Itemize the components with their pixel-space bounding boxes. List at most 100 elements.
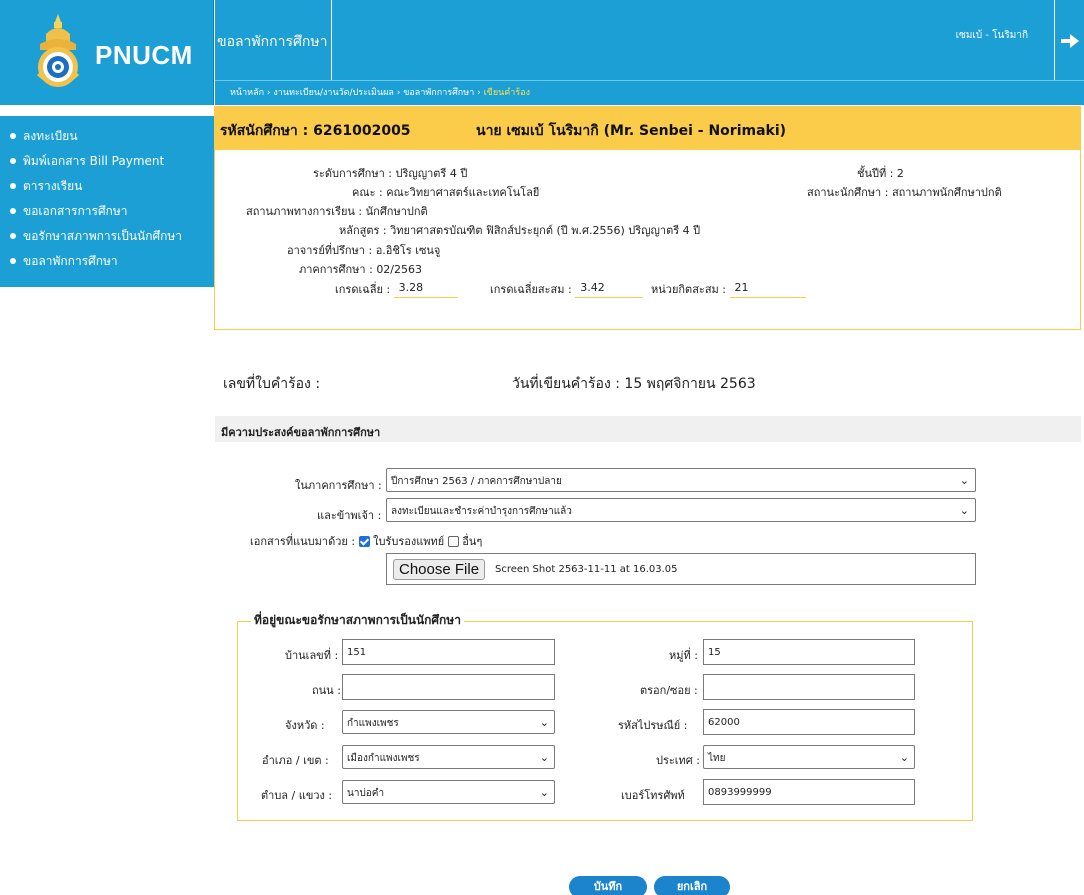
info-value: 2 — [896, 167, 904, 180]
info-value: คณะวิทยาศาสตร์และเทคโนโลยี — [386, 186, 540, 199]
info-gpax: เกรดเฉลี่ยสะสม : 3.42 — [490, 280, 644, 298]
district-label: อำเภอ / เขต : — [262, 754, 329, 767]
semester-select-label: ในภาคการศึกษา : — [295, 479, 382, 492]
bullet-icon — [10, 207, 16, 214]
info-value: 02/2563 — [376, 263, 423, 276]
other-document-label: อื่นๆ — [462, 535, 483, 548]
attachments-label: เอกสารที่แนบมาด้วย : — [250, 535, 356, 548]
registration-status-select[interactable]: ลงทะเบียนและชำระค่าบำรุงการศึกษาแล้ว ⌄ — [386, 498, 976, 522]
request-date: วันที่เขียนคำร้อง : 15 พฤศจิกายน 2563 — [512, 373, 756, 395]
info-label: ระดับการศึกษา : — [313, 167, 392, 180]
info-year: ชั้นปีที่ : 2 — [857, 164, 904, 182]
bullet-icon — [10, 232, 16, 239]
info-label: ภาคการศึกษา : — [299, 263, 373, 276]
student-id: 6261002005 — [313, 123, 411, 139]
info-value: สถานภาพนักศึกษาปกติ — [891, 186, 1002, 199]
breadcrumb-home[interactable]: หน้าหลัก — [230, 88, 264, 98]
student-id-line: รหัสนักศึกษา : 6261002005 — [220, 120, 411, 142]
info-semester: ภาคการศึกษา : 02/2563 — [299, 260, 422, 278]
sidebar-item-label: พิมพ์เอกสาร Bill Payment — [23, 154, 165, 168]
app-logo-text: PNUCM — [95, 40, 193, 70]
breadcrumb-current: เขียนคำร้อง — [483, 88, 530, 98]
logo-area[interactable]: PNUCM — [0, 0, 214, 105]
sidebar-item-documents[interactable]: ขอเอกสารการศึกษา — [0, 199, 214, 224]
breadcrumb-separator: › — [266, 88, 271, 98]
province-label: จังหวัด : — [285, 719, 325, 732]
choose-file-button[interactable]: Choose File — [393, 559, 486, 580]
country-value: ไทย — [708, 753, 726, 764]
top-bar: ขอลาพักการศึกษา เซมเบ้ - โนริมากิ หน้าหล… — [215, 0, 1084, 105]
house-no-label: บ้านเลขที่ : — [285, 649, 339, 662]
moo-label: หมู่ที่ : — [669, 649, 698, 662]
info-label: คณะ : — [352, 186, 383, 199]
house-no-input[interactable]: 151 — [342, 639, 555, 665]
cancel-button[interactable]: ยกเลิก — [654, 876, 730, 895]
phone-label: เบอร์โทรศัพท์ — [621, 789, 685, 802]
other-document-checkbox[interactable] — [447, 535, 459, 547]
logout-button[interactable] — [1054, 0, 1084, 80]
info-value: นักศึกษาปกติ — [365, 205, 428, 218]
info-label: เกรดเฉลี่ยสะสม : — [490, 283, 572, 296]
semester-select[interactable]: ปีการศึกษา 2563 / ภาคการศึกษาปลาย ⌄ — [386, 468, 976, 492]
header-divider — [215, 80, 1084, 81]
chevron-down-icon: ⌄ — [899, 751, 909, 764]
breadcrumb-separator: › — [396, 88, 401, 98]
road-input[interactable] — [342, 674, 555, 700]
student-name: นาย เซมเบ้ โนริมากิ (Mr. Senbei - Norima… — [476, 123, 787, 139]
phone-input[interactable]: 0893999999 — [703, 779, 915, 805]
purpose-title: มีความประสงค์ขอลาพักการศึกษา — [221, 426, 381, 439]
page-title: ขอลาพักการศึกษา — [215, 0, 332, 80]
subdistrict-label: ตำบล / แขวง : — [261, 789, 333, 802]
info-label: เกรดเฉลี่ย : — [335, 283, 391, 296]
breadcrumb-registration[interactable]: งานทะเบียน/งานวัด/ประเมินผล — [273, 88, 393, 98]
info-faculty: คณะ : คณะวิทยาศาสตร์และเทคโนโลยี — [352, 183, 539, 201]
sidebar-item-register[interactable]: ลงทะเบียน — [0, 124, 214, 149]
info-label: หน่วยกิตสะสม : — [651, 283, 726, 296]
bullet-icon — [10, 182, 16, 189]
chevron-down-icon: ⌄ — [539, 716, 549, 729]
file-upload-field: Choose File Screen Shot 2563-11-11 at 16… — [386, 553, 976, 585]
save-button[interactable]: บันทึก — [569, 876, 647, 895]
province-value: กำแพงเพชร — [347, 718, 399, 729]
bullet-icon — [10, 257, 16, 264]
info-label: สถานภาพทางการเรียน : — [246, 205, 363, 218]
medical-certificate-label: ใบรับรองแพทย์ — [373, 535, 445, 548]
info-curriculum: หลักสูตร : วิทยาศาสตรบัณฑิต ฟิสิกส์ประยุ… — [339, 221, 700, 239]
info-study-status: สถานภาพทางการเรียน : นักศึกษาปกติ — [246, 202, 428, 220]
postcode-input[interactable]: 62000 — [703, 709, 915, 735]
semester-select-value: ปีการศึกษา 2563 / ภาคการศึกษาปลาย — [391, 476, 562, 487]
sidebar-item-bill-payment[interactable]: พิมพ์เอกสาร Bill Payment — [0, 149, 214, 174]
info-value: อ.อิชิโร เซนจู — [375, 244, 441, 257]
soi-label: ตรอก/ซอย : — [640, 684, 698, 697]
registration-status-label: และข้าพเจ้า : — [317, 509, 382, 522]
bullet-icon — [10, 157, 16, 164]
country-label: ประเทศ : — [656, 754, 700, 767]
registration-status-value: ลงทะเบียนและชำระค่าบำรุงการศึกษาแล้ว — [391, 506, 572, 517]
moo-input[interactable]: 15 — [703, 639, 915, 665]
sidebar-item-label: ตารางเรียน — [23, 179, 83, 193]
district-select[interactable]: เมืองกำแพงเพชร ⌄ — [342, 745, 555, 769]
purpose-section-header: มีความประสงค์ขอลาพักการศึกษา — [215, 416, 1081, 442]
arrow-right-icon — [1061, 34, 1079, 48]
address-legend: ที่อยู่ขณะขอรักษาสภาพการเป็นนักศึกษา — [251, 611, 464, 630]
breadcrumb-leave[interactable]: ขอลาพักการศึกษา — [403, 88, 474, 98]
subdistrict-select[interactable]: นาบ่อคำ ⌄ — [342, 780, 555, 804]
student-id-label: รหัสนักศึกษา : — [220, 123, 314, 139]
soi-input[interactable] — [703, 674, 915, 700]
attachments-row: เอกสารที่แนบมาด้วย : ใบรับรองแพทย์ อื่นๆ — [250, 532, 482, 550]
sidebar-item-maintain-status[interactable]: ขอรักษาสภาพการเป็นนักศึกษา — [0, 224, 214, 249]
sidebar-item-timetable[interactable]: ตารางเรียน — [0, 174, 214, 199]
province-select[interactable]: กำแพงเพชร ⌄ — [342, 710, 555, 734]
subdistrict-value: นาบ่อคำ — [347, 788, 385, 799]
country-select[interactable]: ไทย ⌄ — [703, 745, 915, 769]
user-name[interactable]: เซมเบ้ - โนริมากิ — [956, 28, 1028, 43]
gpa-value: 3.28 — [393, 281, 458, 298]
medical-certificate-checkbox[interactable] — [358, 535, 370, 547]
info-level: ระดับการศึกษา : ปริญญาตรี 4 ปี — [313, 164, 467, 182]
chevron-down-icon: ⌄ — [539, 786, 549, 799]
student-info-panel: ระดับการศึกษา : ปริญญาตรี 4 ปี คณะ : คณะ… — [214, 150, 1081, 330]
info-label: อาจารย์ที่ปรึกษา : — [287, 244, 373, 257]
sidebar: ลงทะเบียน พิมพ์เอกสาร Bill Payment ตาราง… — [0, 116, 214, 287]
sidebar-item-label: ขอลาพักการศึกษา — [23, 254, 118, 268]
sidebar-item-leave[interactable]: ขอลาพักการศึกษา — [0, 249, 214, 274]
